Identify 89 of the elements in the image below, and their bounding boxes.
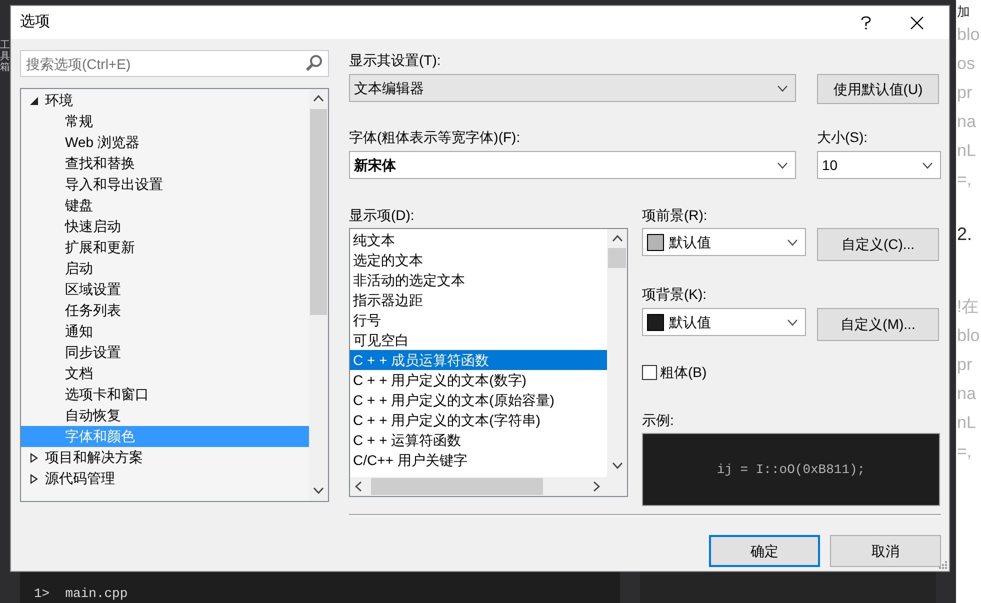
tree-item[interactable]: 源代码管理: [21, 468, 309, 489]
list-item[interactable]: C + + 用户定义的文本(原始容量): [350, 390, 607, 410]
list-item[interactable]: C + + 用户定义的文本(字符串): [350, 410, 607, 430]
use-defaults-button[interactable]: 使用默认值(U): [817, 74, 939, 104]
field-label: 大小(S):: [817, 128, 869, 147]
customize-button[interactable]: 自定义(C)...: [817, 228, 939, 261]
scrollbar-thumb[interactable]: [371, 478, 543, 495]
scroll-down-icon[interactable]: [313, 487, 324, 494]
resize-grip-icon[interactable]: [938, 560, 948, 570]
tree-item[interactable]: 区域设置: [21, 279, 309, 300]
scroll-right-icon[interactable]: [593, 481, 600, 492]
list-item[interactable]: 行号: [350, 310, 607, 330]
page-text: blo: [956, 24, 980, 46]
list-item[interactable]: C + + 成员运算符函数: [350, 350, 607, 370]
page-text: 2.: [956, 223, 972, 246]
close-icon: [910, 16, 924, 30]
tree-item[interactable]: 查找和替换: [21, 153, 309, 174]
list-item[interactable]: C + + 运算符函数: [350, 430, 607, 450]
field-label: 字体(粗体表示等宽字体)(F):: [349, 128, 522, 147]
list-item[interactable]: 选定的文本: [350, 250, 607, 270]
tree-item[interactable]: 通知: [21, 321, 309, 342]
tree-item[interactable]: 同步设置: [21, 342, 309, 363]
sample-code: ij = I::oO(0xB811);: [716, 460, 866, 479]
search-field[interactable]: 搜索选项(Ctrl+E): [20, 50, 329, 77]
tree-item[interactable]: 导入和导出设置: [21, 174, 309, 195]
chevron-down-icon: [777, 162, 788, 168]
foreground-dropdown[interactable]: 默认值: [642, 228, 806, 256]
tree-item[interactable]: 环境: [21, 90, 309, 111]
page-text: os: [956, 53, 975, 75]
tree-item[interactable]: 选项卡和窗口: [21, 384, 309, 405]
tree-item[interactable]: 扩展和更新: [21, 237, 309, 258]
chevron-down-icon: [787, 318, 798, 326]
background-dropdown[interactable]: 默认值: [642, 308, 806, 336]
tree-item[interactable]: 键盘: [21, 195, 309, 216]
side-tab[interactable]: 工具箱: [0, 40, 10, 73]
field-label: 显示其设置(T):: [349, 51, 442, 70]
scroll-left-icon[interactable]: [355, 481, 362, 492]
page-text: na: [956, 383, 976, 405]
chevron-down-icon: [777, 84, 788, 92]
chevron-down-icon: [787, 238, 798, 246]
field-label: 显示项(D):: [349, 206, 416, 225]
page-text: pr: [956, 82, 972, 104]
page-text: blo: [956, 325, 980, 347]
scrollbar-thumb[interactable]: [310, 109, 327, 315]
collapsed-triangle-icon[interactable]: [29, 474, 39, 484]
list-item[interactable]: C/C++ 用户关键字: [350, 450, 607, 470]
size-dropdown[interactable]: 10: [817, 151, 941, 179]
tree-item[interactable]: 文档: [21, 363, 309, 384]
scroll-up-icon[interactable]: [612, 235, 622, 242]
page-text: 加: [956, 3, 970, 21]
field-label: 项背景(K):: [642, 285, 708, 304]
tree-item[interactable]: 自动恢复: [21, 405, 309, 426]
page-text: nL: [956, 140, 976, 162]
output-line: 1> main.cpp: [34, 586, 129, 602]
scroll-down-icon[interactable]: [612, 462, 622, 469]
settings-dropdown[interactable]: 文本编辑器: [349, 74, 796, 102]
cancel-button[interactable]: 取消: [830, 535, 941, 567]
field-label: 示例:: [642, 411, 675, 430]
scrollbar-thumb[interactable]: [608, 248, 626, 268]
list-item[interactable]: 纯文本: [350, 230, 607, 250]
scroll-up-icon[interactable]: [313, 95, 324, 102]
tree-item[interactable]: 项目和解决方案: [21, 447, 309, 468]
chevron-down-icon: [922, 162, 933, 168]
collapsed-triangle-icon[interactable]: [29, 452, 39, 462]
page-text: pr: [956, 354, 972, 376]
tree-item[interactable]: 快速启动: [21, 216, 309, 237]
page-text: na: [956, 111, 976, 133]
font-dropdown[interactable]: 新宋体: [349, 151, 796, 179]
list-item[interactable]: 可见空白: [350, 330, 607, 350]
tree-item[interactable]: 任务列表: [21, 300, 309, 321]
search-icon: [305, 54, 323, 72]
tree-item[interactable]: 启动: [21, 258, 309, 279]
list-item[interactable]: 指示器边距: [350, 290, 607, 310]
page-text: =,: [956, 169, 972, 191]
field-label: 项前景(R):: [642, 206, 708, 225]
window-title: 选项: [20, 12, 50, 32]
page-text: nL: [956, 412, 976, 434]
ok-button[interactable]: 确定: [709, 535, 820, 567]
page-text: !在: [956, 296, 979, 318]
checkbox-label: 粗体(B): [660, 363, 707, 382]
help-icon: [861, 16, 871, 30]
tree-item[interactable]: Web 浏览器: [21, 132, 309, 153]
customize-button[interactable]: 自定义(M)...: [817, 308, 939, 341]
bold-checkbox[interactable]: [642, 365, 657, 380]
list-item[interactable]: C + + 用户定义的文本(数字): [350, 370, 607, 390]
expanded-triangle-icon[interactable]: [29, 96, 39, 106]
list-item[interactable]: 非活动的选定文本: [350, 270, 607, 290]
tree-item[interactable]: 常规: [21, 111, 309, 132]
page-text: =,: [956, 441, 972, 463]
